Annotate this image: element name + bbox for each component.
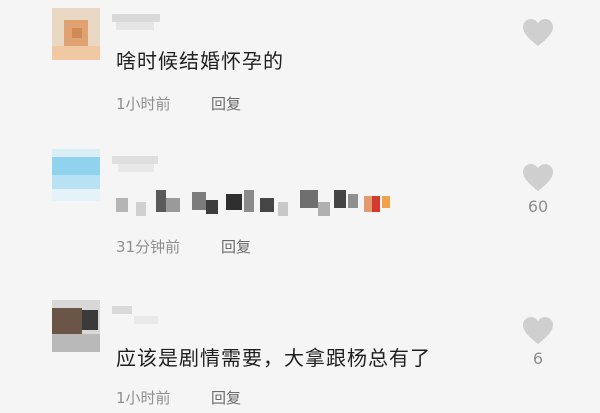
reply-button[interactable]: 回复 bbox=[211, 387, 241, 408]
comment-text: 啥时候结婚怀孕的 bbox=[116, 49, 284, 73]
comment-list: 啥时候结婚怀孕的 1小时前 回复 31分钟前 回复 60 应该是剧情需要，大拿跟… bbox=[0, 0, 600, 413]
heart-icon[interactable] bbox=[523, 164, 553, 192]
comment-time: 1小时前 bbox=[116, 389, 171, 407]
username-blurred[interactable] bbox=[112, 156, 162, 172]
avatar[interactable] bbox=[52, 149, 100, 201]
reply-button[interactable]: 回复 bbox=[221, 236, 251, 257]
like-count: 6 bbox=[532, 349, 544, 368]
reply-button[interactable]: 回复 bbox=[211, 93, 241, 114]
like-count: 60 bbox=[527, 197, 549, 216]
comment-text-blurred bbox=[116, 186, 401, 220]
heart-icon[interactable] bbox=[523, 317, 553, 345]
heart-icon[interactable] bbox=[523, 19, 553, 47]
comment-time: 1小时前 bbox=[116, 95, 171, 113]
comment-text: 应该是剧情需要，大拿跟杨总有了 bbox=[116, 346, 431, 370]
username-blurred[interactable] bbox=[112, 306, 162, 324]
avatar[interactable] bbox=[52, 8, 100, 60]
comment-time: 31分钟前 bbox=[116, 238, 181, 256]
username-blurred[interactable] bbox=[112, 14, 162, 30]
avatar[interactable] bbox=[52, 300, 100, 352]
